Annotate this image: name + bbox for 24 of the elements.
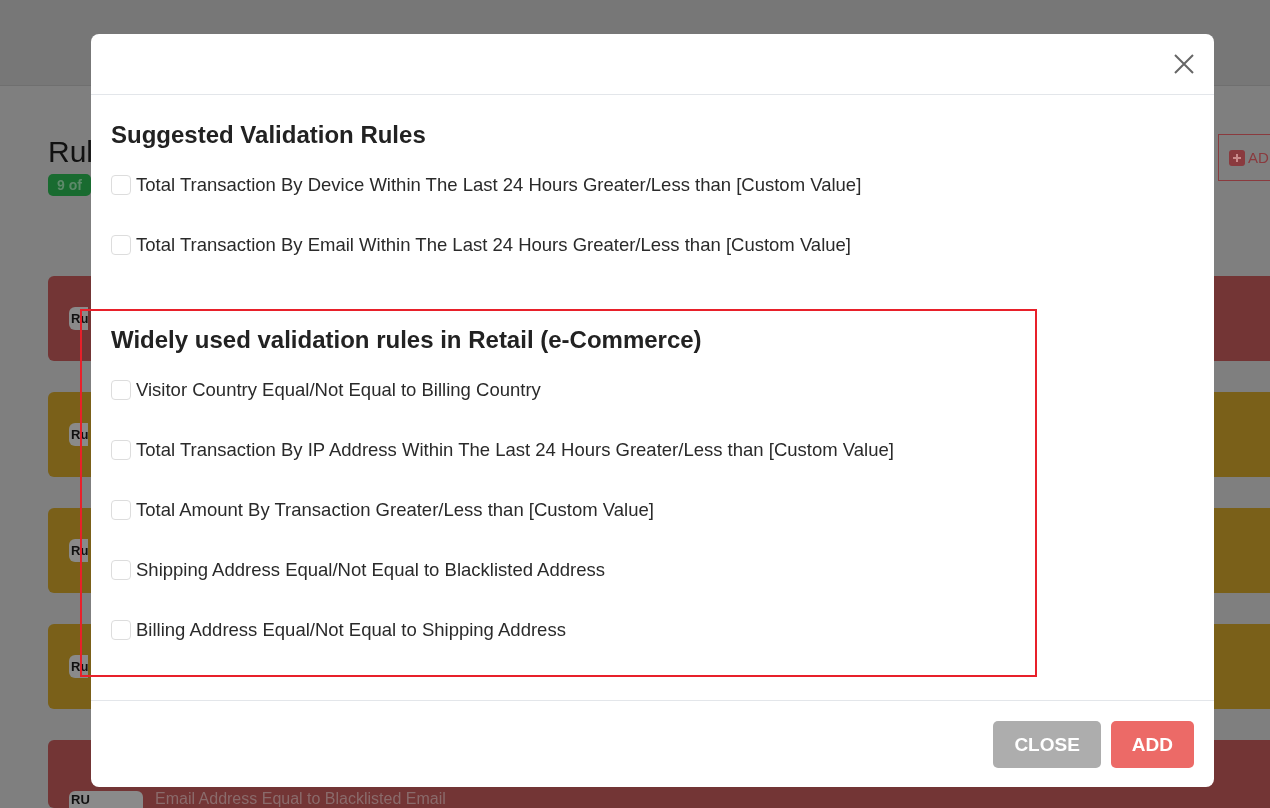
rule-option-label: Total Transaction By Device Within The Last 24 Hours Greater/Less than [Custom Value]: [136, 174, 862, 196]
rule-option-label: Shipping Address Equal/Not Equal to Blacklisted Address: [136, 559, 605, 581]
checkbox[interactable]: [111, 380, 131, 400]
checkbox[interactable]: [111, 235, 131, 255]
count-badge: 9 of: [48, 174, 91, 196]
rule-option-label: Total Transaction By Email Within The Last 24 Hours Greater/Less than [Custom Value]: [136, 234, 851, 256]
checkbox[interactable]: [111, 560, 131, 580]
checkbox[interactable]: [111, 175, 131, 195]
add-button[interactable]: AD: [1218, 134, 1270, 181]
rule-option-label: Total Amount By Transaction Greater/Less than [Custom Value]: [136, 499, 654, 521]
rule-option-label: Visitor Country Equal/Not Equal to Billing Country: [136, 379, 541, 401]
section-title: Widely used validation rules in Retail (e-Commerce): [111, 325, 703, 355]
close-icon[interactable]: [1173, 53, 1195, 75]
page-title: Rul: [48, 134, 93, 170]
plus-icon: [1229, 149, 1245, 166]
rule-option-label: Billing Address Equal/Not Equal to Shipping Address: [136, 619, 566, 641]
rule-tag: RU: [69, 791, 143, 808]
close-button[interactable]: CLOSE: [993, 721, 1101, 768]
checkbox[interactable]: [111, 440, 131, 460]
rule-option-label: Total Transaction By IP Address Within The Last 24 Hours Greater/Less than [Custom Value]: [136, 439, 894, 461]
checkbox[interactable]: [111, 620, 131, 640]
section-title: Suggested Validation Rules: [111, 120, 427, 150]
checkbox[interactable]: [111, 500, 131, 520]
add-button[interactable]: ADD: [1110, 721, 1194, 768]
